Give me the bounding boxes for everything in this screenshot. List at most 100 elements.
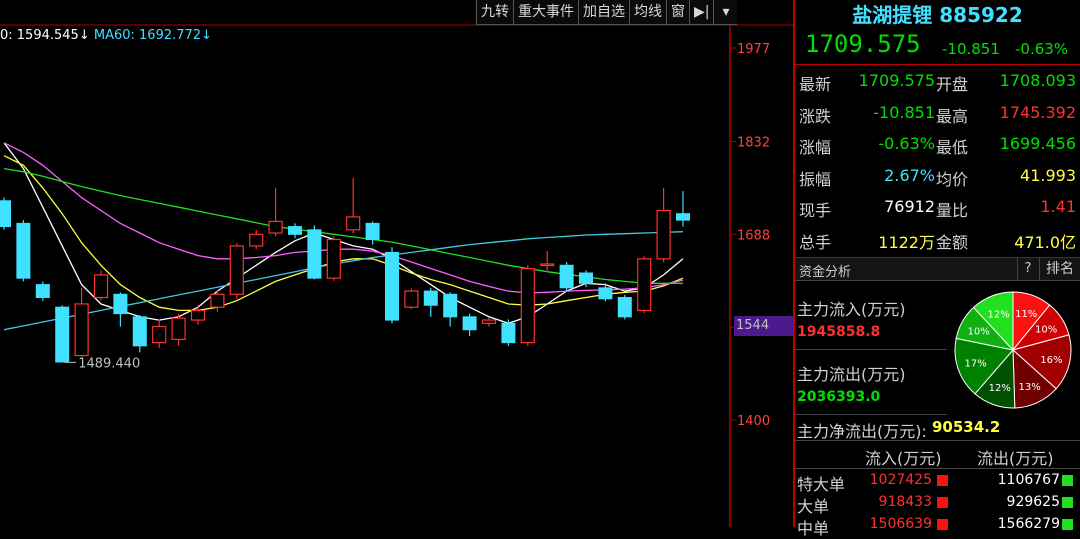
add-watchlist-button[interactable]: 加自选 — [578, 0, 629, 25]
candle-body — [288, 226, 302, 235]
candle-body — [249, 233, 264, 247]
candle[interactable] — [617, 294, 632, 320]
quote-value: 1122万 — [878, 232, 935, 252]
outflow-value: 1106767 — [997, 472, 1060, 488]
candle[interactable] — [520, 265, 535, 346]
candle-body — [93, 274, 109, 299]
candle-body — [171, 317, 186, 341]
candle-body — [55, 306, 70, 363]
jiuzhuan-button[interactable]: 九转 — [476, 0, 513, 25]
pie-slice-label: 12% — [987, 309, 1009, 320]
quote-label: 最新 — [799, 75, 832, 94]
dropdown-chevron-icon[interactable]: ▾ — [713, 0, 738, 25]
table-row: 特大单 1027425 1106767 — [795, 469, 1080, 494]
candle-body — [16, 222, 31, 279]
candle-body — [462, 316, 477, 331]
candle[interactable] — [637, 256, 652, 313]
price-tick-label: 1832 — [737, 135, 770, 150]
quote-row: 振幅 2.67% 均价 41.993 — [795, 160, 1080, 192]
window-button[interactable]: 窗 — [666, 0, 689, 25]
quote-label: 最低 — [936, 138, 969, 157]
quote-label: 均价 — [936, 169, 969, 189]
quote-panel: 盐湖提锂 885922 1709.575 -10.851 -0.63% 最新 17… — [793, 0, 1080, 538]
candle[interactable] — [229, 243, 244, 299]
kline-chart-area[interactable]: 1977 1832 1688 1544 1400 1489.440 0: 1594.545… — [0, 0, 793, 527]
major-events-button[interactable]: 重大事件 — [513, 0, 578, 25]
stock-code: 885922 — [939, 3, 1023, 27]
outflow-value: 1566279 — [997, 516, 1060, 532]
quote-label: 最高 — [936, 106, 969, 126]
candle-body — [540, 263, 555, 267]
candle[interactable] — [385, 247, 399, 324]
candle-body — [443, 293, 458, 318]
candle[interactable] — [326, 236, 341, 281]
candle-body — [617, 297, 632, 318]
quote-table: 最新 1709.575 开盘 1708.093 涨跌 -10.851 最高 1745.392 涨… — [795, 65, 1080, 254]
quote-value: 2.67% — [884, 165, 935, 185]
candle[interactable] — [307, 225, 322, 280]
candle[interactable] — [55, 305, 70, 363]
quote-label: 涨幅 — [799, 138, 832, 157]
pie-slice-label: 16% — [1040, 355, 1062, 366]
candle[interactable] — [16, 220, 31, 282]
main-outflow-box: 主力流出(万元) 2036393.0 — [795, 351, 947, 415]
quote-value: 41.993 — [1020, 165, 1076, 185]
candle-body — [326, 238, 341, 279]
inflow-value: 1027425 — [869, 472, 932, 488]
pie-slice-label: 13% — [1018, 382, 1040, 393]
candle-body — [132, 316, 147, 347]
inflow-marker-icon — [937, 475, 948, 486]
candle[interactable] — [35, 281, 50, 301]
quote-row: 涨跌 -10.851 最高 1745.392 — [795, 97, 1080, 129]
stock-name: 盐湖提锂 — [852, 3, 933, 27]
fund-pie-chart: 11% 10% 16% 13% 12% 17% 10% 12% — [954, 291, 1072, 409]
quote-value: -0.63% — [878, 134, 935, 153]
candle-body — [520, 267, 535, 344]
quote-value: 1708.093 — [999, 71, 1076, 90]
net-outflow-value: 90534.2 — [932, 418, 1001, 436]
help-button[interactable]: ? — [1017, 258, 1038, 280]
candle[interactable] — [501, 319, 516, 346]
inflow-marker-icon — [937, 519, 948, 530]
quote-row: 现手 76912 量比 1.41 — [795, 191, 1080, 223]
main-inflow-box: 主力流入(万元) 1945858.8 — [795, 286, 947, 350]
quote-label: 涨跌 — [799, 106, 832, 126]
kline-chart[interactable]: 1977 1832 1688 1544 1400 1489.440 — [0, 0, 793, 527]
ranking-button[interactable]: 排名 — [1039, 258, 1080, 280]
candle[interactable] — [404, 288, 419, 310]
price-change-pct: -0.63% — [1015, 40, 1069, 58]
net-outflow-line: 主力净流出(万元): 90534.2 — [795, 416, 1080, 441]
quote-value: 76912 — [884, 197, 935, 216]
quote-label: 现手 — [799, 201, 832, 220]
last-price: 1709.575 — [805, 30, 921, 58]
main-outflow-value: 2036393.0 — [797, 389, 881, 405]
candle[interactable] — [93, 270, 109, 301]
quote-value: 1.41 — [1040, 197, 1076, 216]
outflow-column-header: 流出(万元) — [977, 449, 1054, 468]
candle[interactable] — [559, 262, 574, 292]
quote-row: 总手 1122万 金额 471.0亿 — [795, 223, 1080, 255]
skip-end-icon[interactable]: ▶| — [689, 0, 714, 25]
candle-body — [113, 293, 128, 315]
candle-body — [346, 216, 361, 231]
quote-value: -10.851 — [873, 102, 935, 122]
candle-body — [656, 209, 671, 260]
candle[interactable] — [0, 197, 11, 230]
pie-slice-label: 12% — [989, 383, 1011, 394]
outflow-value: 929625 — [1006, 494, 1060, 510]
order-flow-table: 流入(万元) 流出(万元) 特大单 1027425 1106767 大单 918433 9… — [795, 442, 1080, 538]
current-price-tag: 1544 — [734, 316, 793, 336]
quote-value: 471.0亿 — [1014, 232, 1076, 252]
quote-label: 金额 — [936, 232, 969, 252]
candle-body — [74, 303, 89, 357]
candle-body — [229, 245, 244, 295]
candle-body — [152, 325, 167, 344]
moving-average-button[interactable]: 均线 — [629, 0, 666, 25]
quote-label: 开盘 — [936, 75, 969, 94]
candle-body — [423, 290, 438, 306]
pie-slice-label: 11% — [1015, 309, 1037, 320]
pie-slice-label: 10% — [967, 327, 989, 338]
stock-title: 盐湖提锂 885922 — [795, 0, 1080, 28]
candle-body — [676, 213, 690, 221]
price-summary: 1709.575 -10.851 -0.63% — [795, 28, 1080, 65]
